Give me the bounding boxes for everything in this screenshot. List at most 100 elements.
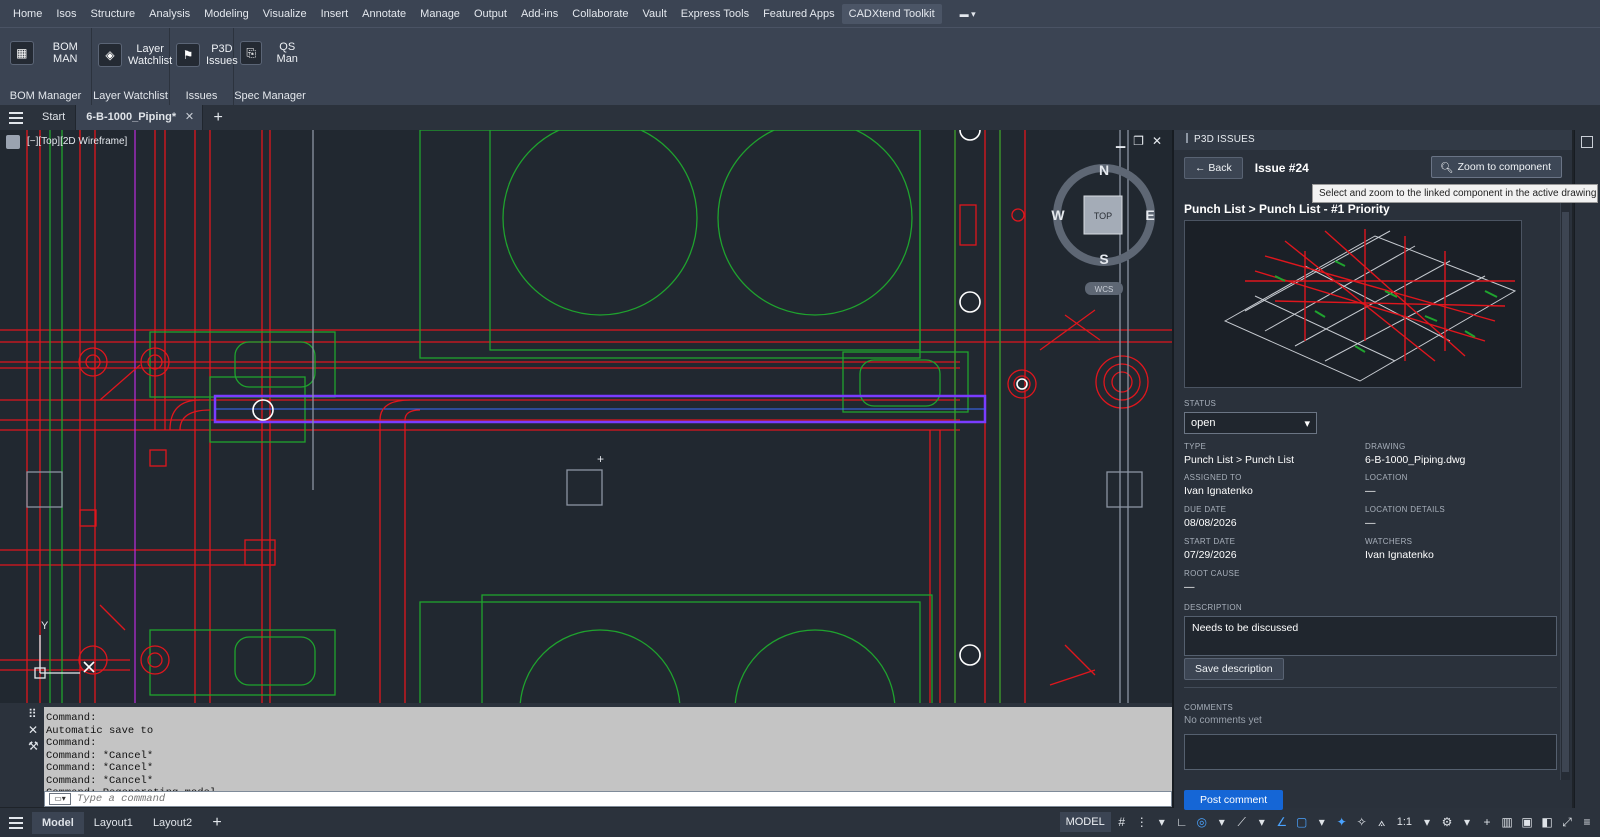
ribbon-tab-featured-apps[interactable]: Featured Apps [756,4,842,24]
new-tab-button[interactable]: + [203,109,233,127]
chevron-down-icon[interactable]: ▾ [1418,813,1436,831]
layer-watchlist-button[interactable]: ◈ Layer Watchlist [98,43,172,67]
panel-scrollbar[interactable] [1560,202,1570,780]
model-space-toggle[interactable]: MODEL [1059,812,1111,832]
comment-input[interactable] [1184,734,1557,770]
new-layout-button[interactable]: + [202,814,232,832]
snap-icon[interactable]: ⋮ [1133,813,1151,831]
ribbon-tab-output[interactable]: Output [467,4,514,24]
gear-icon[interactable]: ⚙ [1438,813,1456,831]
hardware-acceleration-icon[interactable]: ▣ [1518,813,1536,831]
ribbon-tab-collaborate[interactable]: Collaborate [565,4,635,24]
restore-icon[interactable]: ❐ [1133,134,1144,148]
ribbon-tab-manage[interactable]: Manage [413,4,467,24]
ortho-icon[interactable]: ∟ [1173,813,1191,831]
layout-tab-model[interactable]: Model [32,811,84,834]
p3d-issues-button[interactable]: ⚑ P3D Issues [176,43,238,67]
drawing-field: DRAWING 6-B-1000_Piping.dwg [1365,442,1466,466]
qs-man-button[interactable]: ⎘ QS Man [240,41,306,65]
close-icon[interactable]: ✕ [28,723,38,737]
palette-properties-icon[interactable] [1581,136,1593,148]
annotation-scale[interactable]: 1:1 [1393,816,1416,828]
ribbon-tab-structure[interactable]: Structure [84,4,143,24]
viewport-controls-label[interactable]: [−][Top][2D Wireframe] [27,136,127,147]
plus-icon[interactable]: + [1478,813,1496,831]
ribbon-tab-annotate[interactable]: Annotate [355,4,413,24]
isolate-objects-icon[interactable]: ▥ [1498,813,1516,831]
clean-screen-icon[interactable]: ◧ [1538,813,1556,831]
ribbon-tab-vault[interactable]: Vault [636,4,674,24]
grid-icon[interactable]: # [1113,813,1131,831]
layers-icon: ◈ [98,43,122,67]
ribbon-group-bom-manager: ▦ BOM MAN BOM Manager [0,28,92,106]
description-textarea[interactable]: Needs to be discussed [1184,616,1557,656]
piping-drawing[interactable]: Y + TOP N S E W WCS [0,130,1172,703]
command-prompt-icon[interactable]: ▭▾ [49,793,71,805]
command-line: ⠿ ✕ ⚒ Command: Automatic save to Command: C… [0,703,1172,807]
close-icon[interactable]: ✕ [185,105,194,130]
file-tab-active-drawing[interactable]: 6-B-1000_Piping* ✕ [76,105,204,130]
zoom-to-component-button[interactable]: 🔍︎ Zoom to component [1431,156,1562,178]
chevron-down-icon[interactable]: ▾ [1213,813,1231,831]
command-line-handle[interactable]: ⠿ ✕ ⚒ [0,703,44,807]
ribbon-overflow-dropdown[interactable]: ▬ ▾ [954,6,982,22]
viewport-window-controls: ▁ ❐ ✕ [1116,134,1162,148]
svg-text:TOP: TOP [1094,211,1112,221]
zoom-tooltip: Select and zoom to the linked component … [1312,184,1598,203]
chevron-down-icon[interactable]: ▾ [1458,813,1476,831]
ribbon-tab-express-tools[interactable]: Express Tools [674,4,756,24]
chevron-down-icon[interactable]: ▾ [1253,813,1271,831]
ribbon-tab-cadxtend-toolkit[interactable]: CADXtend Toolkit [841,3,942,24]
command-input[interactable] [71,792,1171,806]
file-tab-start[interactable]: Start [32,105,77,130]
back-button[interactable]: ← Back [1184,157,1243,179]
isodraft-icon[interactable]: ⟋ [1233,813,1251,831]
comments-section: COMMENTS No comments yet [1184,703,1557,770]
ribbon-tab-home[interactable]: Home [6,4,49,24]
command-input-row: ▭▾ [44,791,1172,807]
customize-menu-icon[interactable]: ≡ [1578,813,1596,831]
chevron-down-icon[interactable]: ▾ [1153,813,1171,831]
grip-icon[interactable]: ⠿ [28,707,37,721]
ribbon-tab-analysis[interactable]: Analysis [142,4,197,24]
object-snap-tracking-icon[interactable]: ∠ [1273,813,1291,831]
file-tab-bar: Start 6-B-1000_Piping* ✕ + [0,105,1600,130]
layout-tab-layout2[interactable]: Layout2 [143,812,202,834]
issue-number: Issue #24 [1254,161,1309,175]
ribbon-tab-visualize[interactable]: Visualize [256,4,314,24]
minimize-icon[interactable]: ▁ [1116,134,1125,148]
fullscreen-icon[interactable]: ⤢ [1558,813,1576,831]
ribbon-tab-modeling[interactable]: Modeling [197,4,256,24]
annotation-visibility-icon[interactable]: ✦ [1333,813,1351,831]
status-select[interactable]: open ▾ [1184,412,1317,434]
viewcube[interactable]: TOP N S E W WCS [1051,162,1155,295]
file-tabs-menu-icon[interactable] [0,105,32,130]
ribbon-tab-add-ins[interactable]: Add-ins [514,4,565,24]
ribbon-tab-insert[interactable]: Insert [314,4,356,24]
annotation-scale-icon[interactable]: ⟑ [1373,813,1391,831]
viewport-menu-icon[interactable] [6,135,20,149]
layout-tab-layout1[interactable]: Layout1 [84,812,143,834]
close-icon[interactable]: ✕ [1152,134,1162,148]
object-snap-icon[interactable]: ▢ [1293,813,1311,831]
drawing-viewport[interactable]: Y + TOP N S E W WCS [−][Top][2D Wirefram… [0,130,1172,703]
bom-man-button[interactable]: ▦ BOM MAN [10,41,91,65]
issue-screenshot[interactable] [1184,220,1522,388]
post-comment-button[interactable]: Post comment [1184,790,1284,810]
auto-scale-icon[interactable]: ✧ [1353,813,1371,831]
layout-menu-icon[interactable] [0,810,32,835]
chevron-down-icon[interactable]: ▾ [1313,813,1331,831]
file-tab-label: 6-B-1000_Piping* [86,111,177,123]
watchers-field: WATCHERS Ivan Ignatenko [1365,537,1434,561]
start-date-field: START DATE 07/29/2026 [1184,537,1237,561]
ribbon-group-label: Issues [185,90,218,102]
polar-tracking-icon[interactable]: ◎ [1193,813,1211,831]
ucs-y-label: Y [41,620,49,632]
command-history: Command: Automatic save to Command: Command… [44,707,1172,799]
save-description-button[interactable]: Save description [1184,658,1284,680]
table-icon: ▦ [10,41,34,65]
wrench-icon[interactable]: ⚒ [28,739,39,753]
ribbon-tab-isos[interactable]: Isos [49,4,83,24]
ribbon-group-issues: ⚑ P3D Issues Issues [170,28,238,106]
document-icon: ⎘ [240,41,263,65]
